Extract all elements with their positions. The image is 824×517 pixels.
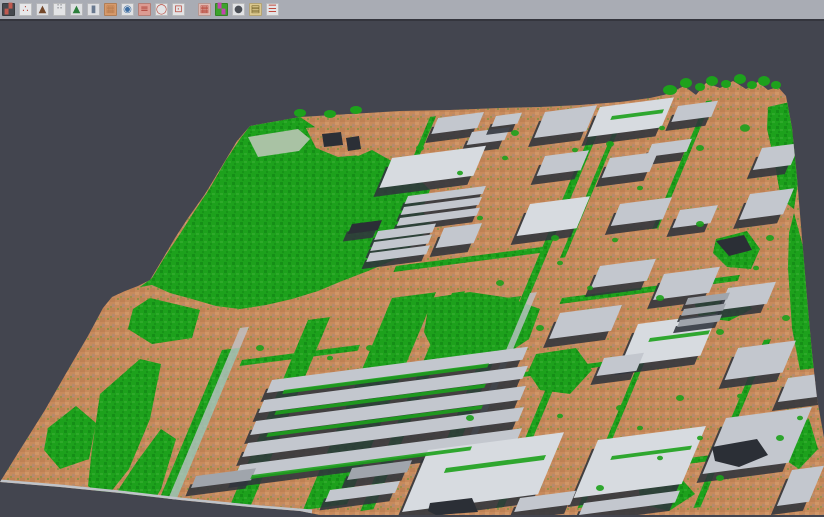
- tree-speckle: [572, 148, 578, 153]
- tree-speckle: [716, 329, 724, 335]
- skyline-tree: [680, 78, 692, 88]
- globe-icon[interactable]: ◉: [121, 3, 134, 16]
- skyline-tree: [695, 83, 705, 91]
- tree-speckle: [596, 485, 604, 491]
- tree-speckle: [656, 295, 664, 301]
- tree-speckle: [587, 286, 593, 291]
- ground-class-icon[interactable]: ▦: [104, 3, 117, 16]
- tree-speckle: [327, 356, 333, 361]
- tree-speckle: [256, 345, 264, 351]
- tree-speckle: [551, 235, 559, 241]
- scene-svg[interactable]: [0, 21, 824, 515]
- classification-colors-icon[interactable]: ▚: [215, 3, 228, 16]
- tree-speckle: [536, 325, 544, 331]
- tree-speckle: [466, 415, 474, 421]
- application-window: ▞ ∴ ▲ ⠛ ▲ ▮ ▦ ◉ ≡ ◯ ⊡ ▦ ▚ ● ▤ ☰: [0, 0, 824, 517]
- tree-speckle: [797, 416, 803, 421]
- tree-speckle: [606, 141, 614, 147]
- main-toolbar: ▞ ∴ ▲ ⠛ ▲ ▮ ▦ ◉ ≡ ◯ ⊡ ▦ ▚ ● ▤ ☰: [0, 0, 824, 21]
- tree-speckle: [511, 130, 519, 136]
- tree-speckle: [697, 436, 703, 441]
- tree-speckle: [657, 456, 663, 461]
- 3d-viewport[interactable]: [0, 21, 824, 515]
- tree-speckle: [776, 435, 784, 441]
- tree-speckle: [716, 475, 724, 481]
- tree-speckle: [557, 414, 563, 419]
- tree-speckle: [696, 145, 704, 151]
- tree-speckle: [477, 216, 483, 221]
- measure-icon[interactable]: ▤: [249, 3, 262, 16]
- tree-speckle: [637, 426, 643, 431]
- tree-speckle: [766, 235, 774, 241]
- skyline-tree: [771, 81, 781, 89]
- skyline-tree: [734, 74, 746, 84]
- tree-speckle: [659, 126, 665, 131]
- dark-structure: [346, 136, 361, 151]
- tree-speckle: [366, 345, 374, 351]
- tree-speckle: [557, 261, 563, 266]
- vegetation-icon[interactable]: ▲: [70, 3, 83, 16]
- tree-speckle: [457, 171, 463, 176]
- skyline-tree: [721, 80, 731, 88]
- remove-icon[interactable]: ☰: [266, 3, 279, 16]
- tree-speckle: [753, 266, 759, 271]
- layers-icon[interactable]: ≡: [138, 3, 151, 16]
- skyline-tree: [324, 110, 336, 118]
- open-cloud-icon[interactable]: ▞: [2, 3, 15, 16]
- dark-structure: [322, 132, 343, 147]
- grid-tool-icon[interactable]: ▦: [198, 3, 211, 16]
- skyline-tree: [663, 85, 677, 95]
- toolbar-separator: [189, 2, 194, 17]
- terrain-icon[interactable]: ▲: [36, 3, 49, 16]
- align-points-icon[interactable]: ∴: [19, 3, 32, 16]
- tree-speckle: [616, 405, 624, 411]
- tree-speckle: [496, 280, 504, 286]
- sparse-points-icon[interactable]: ⠛: [53, 3, 66, 16]
- tree-speckle: [696, 221, 704, 227]
- skyline-tree: [706, 76, 718, 86]
- tree-speckle: [612, 238, 618, 243]
- tree-speckle: [502, 156, 508, 161]
- crop-tool-icon[interactable]: ⊡: [172, 3, 185, 16]
- tree-speckle: [416, 145, 424, 151]
- skyline-tree: [294, 109, 306, 117]
- column-icon[interactable]: ▮: [87, 3, 100, 16]
- tree-speckle: [737, 394, 743, 399]
- sphere-icon[interactable]: ●: [232, 3, 245, 16]
- skyline-tree: [747, 81, 757, 89]
- tree-speckle: [676, 395, 684, 401]
- circle-tool-icon[interactable]: ◯: [155, 3, 168, 16]
- tree-speckle: [782, 315, 790, 321]
- tree-speckle: [637, 186, 643, 191]
- skyline-tree: [350, 106, 362, 114]
- skyline-tree: [758, 76, 770, 86]
- tree-speckle: [740, 124, 750, 132]
